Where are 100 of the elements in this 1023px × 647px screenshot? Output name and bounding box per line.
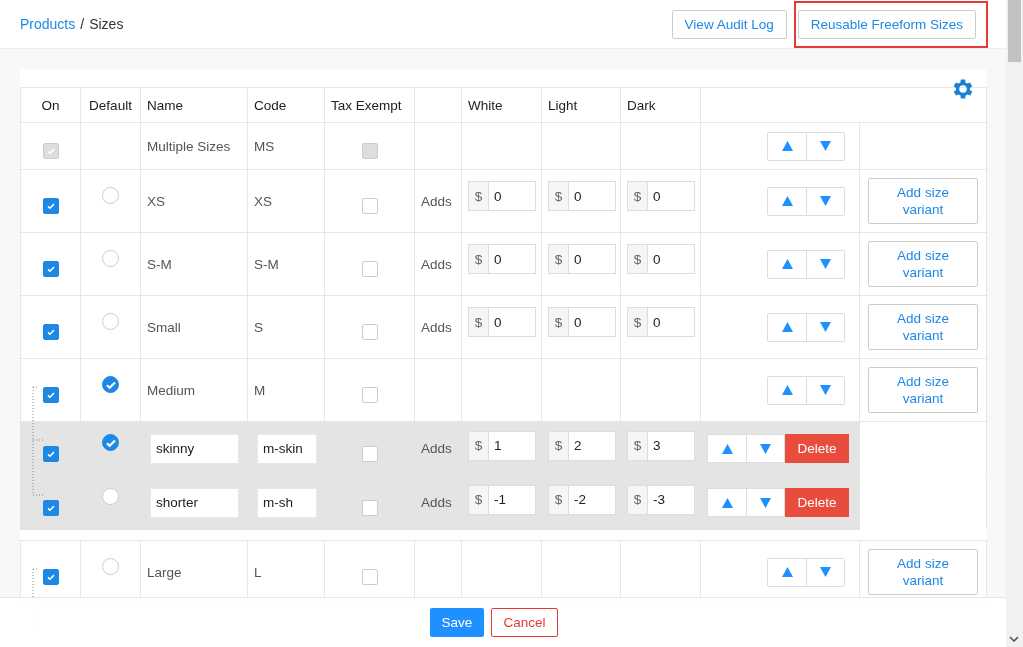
currency-label: $ bbox=[627, 244, 648, 274]
price-field[interactable]: 0 bbox=[569, 181, 616, 211]
size-code: M bbox=[254, 382, 266, 398]
move-down-button[interactable] bbox=[746, 435, 784, 462]
move-down-button[interactable] bbox=[806, 313, 844, 341]
radio-button[interactable] bbox=[102, 557, 119, 575]
size-name: Large bbox=[147, 564, 182, 580]
move-down-button[interactable] bbox=[746, 489, 784, 516]
delete-button[interactable]: Delete bbox=[785, 434, 849, 463]
price-field[interactable]: 0 bbox=[648, 307, 695, 337]
price-field[interactable]: 0 bbox=[569, 244, 616, 274]
price-field[interactable]: -1 bbox=[489, 484, 536, 515]
radio-button[interactable] bbox=[102, 375, 119, 393]
down-arrow-icon bbox=[820, 141, 831, 151]
name-field[interactable]: skinny bbox=[150, 433, 239, 464]
price-field[interactable]: 0 bbox=[648, 244, 695, 274]
price-field[interactable]: 0 bbox=[489, 244, 536, 274]
add-variant-button[interactable]: Add size variant bbox=[868, 367, 978, 413]
price-field[interactable]: 0 bbox=[489, 181, 536, 211]
currency-label: $ bbox=[468, 307, 489, 337]
radio-button[interactable] bbox=[102, 434, 119, 451]
scrollbar-thumb[interactable] bbox=[1008, 0, 1021, 62]
currency-label: $ bbox=[548, 307, 569, 337]
price-field[interactable]: -3 bbox=[648, 484, 695, 515]
checkbox[interactable] bbox=[42, 198, 59, 214]
currency-label: $ bbox=[627, 430, 648, 461]
radio-button[interactable] bbox=[102, 249, 119, 267]
move-down-button[interactable] bbox=[806, 376, 844, 404]
radio-button[interactable] bbox=[102, 312, 119, 330]
up-arrow-icon bbox=[781, 567, 793, 577]
currency-label: $ bbox=[548, 484, 569, 515]
checkbox[interactable] bbox=[42, 324, 59, 340]
name-field[interactable]: shorter bbox=[150, 487, 239, 518]
column-header: Tax Exempt bbox=[331, 97, 402, 113]
currency-label: $ bbox=[468, 484, 489, 515]
adds-label: Adds bbox=[421, 495, 452, 510]
size-code: L bbox=[254, 564, 262, 580]
checkbox[interactable] bbox=[361, 198, 378, 214]
adds-label: Adds bbox=[421, 256, 452, 272]
size-code: XS bbox=[254, 193, 272, 209]
checkbox[interactable] bbox=[361, 387, 378, 403]
up-arrow-icon bbox=[721, 443, 733, 454]
move-down-button[interactable] bbox=[806, 187, 844, 215]
size-code: S-M bbox=[254, 256, 279, 272]
chevron-down-icon[interactable] bbox=[1009, 636, 1019, 642]
add-variant-button[interactable]: Add size variant bbox=[868, 549, 978, 595]
price-field[interactable]: 0 bbox=[648, 181, 695, 211]
radio-button[interactable] bbox=[102, 186, 119, 204]
price-field[interactable]: -2 bbox=[569, 484, 616, 515]
adds-label: Adds bbox=[421, 319, 452, 335]
size-code: S bbox=[254, 319, 263, 335]
column-header: White bbox=[468, 97, 503, 113]
move-down-button[interactable] bbox=[806, 132, 844, 160]
add-variant-button[interactable]: Add size variant bbox=[868, 241, 978, 287]
size-name: Multiple Sizes bbox=[147, 138, 231, 154]
currency-label: $ bbox=[468, 181, 489, 211]
checkbox[interactable] bbox=[42, 445, 59, 462]
scrollbar[interactable] bbox=[1006, 0, 1023, 647]
delete-button[interactable]: Delete bbox=[785, 488, 849, 517]
down-arrow-icon bbox=[820, 322, 831, 332]
price-field[interactable]: 0 bbox=[489, 307, 536, 337]
checkbox[interactable] bbox=[42, 387, 59, 403]
header-button[interactable]: View Audit Log bbox=[671, 9, 787, 39]
size-name: S-M bbox=[147, 256, 172, 272]
size-code: MS bbox=[254, 138, 275, 154]
move-down-button[interactable] bbox=[806, 558, 844, 586]
cancel-button[interactable]: Cancel bbox=[491, 608, 558, 637]
add-variant-button[interactable]: Add size variant bbox=[868, 304, 978, 350]
column-header: Code bbox=[254, 97, 287, 113]
down-arrow-icon bbox=[820, 385, 831, 395]
down-arrow-icon bbox=[820, 259, 831, 269]
column-header: Dark bbox=[627, 97, 656, 113]
price-field[interactable]: 2 bbox=[569, 430, 616, 461]
up-arrow-icon bbox=[781, 385, 793, 395]
checkbox[interactable] bbox=[361, 261, 378, 277]
adds-label: Adds bbox=[421, 193, 452, 209]
price-field[interactable]: 0 bbox=[569, 307, 616, 337]
up-arrow-icon bbox=[781, 259, 793, 269]
checkbox[interactable] bbox=[361, 499, 378, 516]
currency-label: $ bbox=[468, 244, 489, 274]
add-variant-button[interactable]: Add size variant bbox=[868, 178, 978, 224]
radio-button[interactable] bbox=[102, 488, 119, 505]
header-button[interactable]: Reusable Freeform Sizes bbox=[797, 9, 976, 39]
breadcrumb-current: Sizes bbox=[89, 16, 124, 32]
checkbox[interactable] bbox=[361, 445, 378, 462]
checkbox[interactable] bbox=[361, 569, 378, 585]
checkbox[interactable] bbox=[42, 499, 59, 516]
price-field[interactable]: 3 bbox=[648, 430, 695, 461]
currency-label: $ bbox=[627, 181, 648, 211]
breadcrumb-link[interactable]: Products bbox=[20, 16, 76, 32]
checkbox[interactable] bbox=[42, 569, 59, 585]
checkbox[interactable] bbox=[42, 261, 59, 277]
code-field[interactable]: m-sh bbox=[257, 487, 317, 518]
size-name: Small bbox=[147, 319, 181, 335]
currency-label: $ bbox=[627, 307, 648, 337]
code-field[interactable]: m-skin bbox=[257, 433, 317, 464]
price-field[interactable]: 1 bbox=[489, 430, 536, 461]
checkbox[interactable] bbox=[361, 324, 378, 340]
move-down-button[interactable] bbox=[806, 250, 844, 278]
currency-label: $ bbox=[627, 484, 648, 515]
